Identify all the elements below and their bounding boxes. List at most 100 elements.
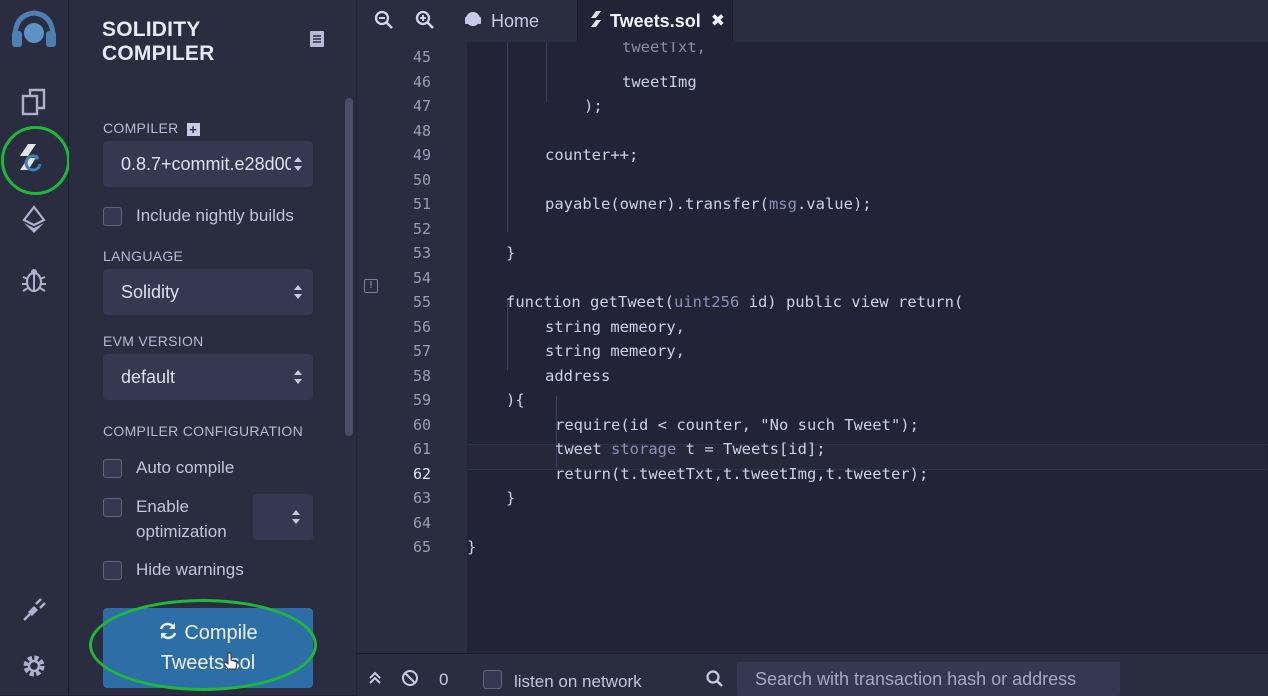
line-number: 56 <box>412 317 431 336</box>
optimization-runs-stepper[interactable] <box>253 494 313 540</box>
compiler-config-label: COMPILER CONFIGURATION <box>103 423 304 439</box>
zoom-in-icon[interactable] <box>415 10 435 35</box>
code-line: ); <box>584 97 603 115</box>
line-number: 65 <box>412 538 431 556</box>
solidity-compiler-icon[interactable] <box>0 136 68 180</box>
code-area[interactable]: tweetTxt, tweetImg); counter++; payable(own… <box>467 42 1268 653</box>
tab-bar: Home Tweets.sol ✖ <box>357 0 1268 42</box>
line-number: 58 <box>412 366 431 385</box>
tab-tweets-sol-label: Tweets.sol <box>610 10 701 31</box>
optimization-label-line2: optimization <box>136 522 227 541</box>
solidity-file-icon <box>590 10 602 33</box>
file-explorer-icon[interactable] <box>0 80 68 124</box>
chevron-up-icon[interactable] <box>368 671 382 690</box>
code-line: ){ <box>506 391 525 409</box>
deploy-run-icon[interactable] <box>0 198 68 242</box>
refresh-icon <box>158 621 178 649</box>
select-arrows-icon <box>294 157 302 171</box>
hide-warnings-label: Hide warnings <box>136 560 244 579</box>
evm-version-label: EVM VERSION <box>103 333 204 349</box>
line-number: 46 <box>412 72 431 91</box>
code-line: tweet storage t = Tweets[id]; <box>555 440 826 458</box>
panel-title: SOLIDITY COMPILER <box>102 18 215 65</box>
line-number: 55 <box>412 293 431 311</box>
auto-compile-label: Auto compile <box>136 458 235 477</box>
include-nightly-checkbox[interactable] <box>103 207 122 226</box>
hide-warnings-checkbox[interactable] <box>103 561 122 580</box>
terminal-bar: 0 listen on network <box>357 653 1268 696</box>
tab-divider <box>732 0 733 42</box>
block-icon[interactable] <box>401 669 419 692</box>
zoom-out-icon[interactable] <box>374 10 394 35</box>
mouse-cursor-icon <box>223 652 238 675</box>
code-line: return(t.tweetTxt,t.tweetImg,t.tweeter); <box>555 464 929 483</box>
line-number: 62 <box>412 464 431 483</box>
line-number: 49 <box>412 146 431 164</box>
code-line: address <box>545 366 611 385</box>
indent-guide <box>546 42 547 102</box>
code-line: } <box>506 244 516 262</box>
home-icon <box>463 9 483 34</box>
compiler-version-value: 0.8.7+commit.e28d00a7 <box>121 153 291 174</box>
line-number: 64 <box>412 513 431 532</box>
language-value: Solidity <box>121 281 180 302</box>
line-number: 52 <box>412 219 431 238</box>
debugger-icon[interactable] <box>0 258 68 302</box>
icon-rail <box>0 0 70 695</box>
tab-tweets-sol[interactable]: Tweets.sol ✖ <box>578 0 732 42</box>
select-arrows-icon <box>294 285 302 299</box>
close-icon[interactable]: ✖ <box>711 11 725 31</box>
auto-compile-checkbox[interactable] <box>103 459 122 478</box>
compiler-panel: SOLIDITY COMPILER COMPILER + 0.8.7+commi… <box>69 0 356 695</box>
auto-compile-row[interactable]: Auto compile <box>103 458 234 480</box>
tab-home[interactable]: Home <box>451 0 577 42</box>
transaction-search-input[interactable] <box>737 662 1120 696</box>
indent-guide <box>507 42 508 232</box>
code-line: function getTweet(uint256 id) public vie… <box>506 293 964 311</box>
enable-optimization-checkbox[interactable] <box>103 498 122 517</box>
include-nightly-row[interactable]: Include nightly builds <box>103 206 294 228</box>
plugin-manager-icon[interactable] <box>0 586 68 630</box>
compile-button[interactable]: Compile Tweets.sol <box>103 608 313 688</box>
select-arrows-icon <box>294 370 302 384</box>
line-number: 59 <box>412 391 431 409</box>
add-compiler-icon[interactable]: + <box>186 123 200 136</box>
compile-button-line1: Compile <box>158 619 258 649</box>
line-number: 61 <box>412 440 431 458</box>
code-line: counter++; <box>545 146 639 164</box>
panel-scrollbar[interactable] <box>345 98 353 436</box>
code-line: payable(owner).transfer(msg.value); <box>545 195 872 213</box>
line-number: 47 <box>412 97 431 115</box>
listen-on-network-checkbox[interactable] <box>483 670 502 689</box>
tab-home-label: Home <box>491 10 540 31</box>
line-number: 60 <box>412 415 431 434</box>
hide-warnings-row[interactable]: Hide warnings <box>103 560 244 582</box>
line-number: 45 <box>412 48 431 66</box>
compile-label-text: Compile <box>184 622 258 644</box>
line-number: 48 <box>412 121 431 140</box>
include-nightly-label: Include nightly builds <box>136 206 294 225</box>
enable-optimization-row[interactable]: Enable optimization <box>103 497 227 544</box>
search-icon <box>706 670 724 693</box>
line-number: 51 <box>412 195 431 213</box>
enable-optimization-label: Enable optimization <box>136 494 227 544</box>
compiler-version-select[interactable]: 0.8.7+commit.e28d00a7 <box>103 141 313 187</box>
code-line: string memeory, <box>545 342 685 360</box>
evm-version-value: default <box>121 366 176 387</box>
line-number: 54 <box>412 268 431 287</box>
stepper-arrows-icon <box>292 510 300 524</box>
settings-icon[interactable] <box>0 644 68 688</box>
compile-file-name: Tweets.sol <box>160 652 256 674</box>
code-line: tweetTxt, <box>622 42 706 56</box>
documentation-icon[interactable] <box>309 30 325 53</box>
listen-on-network-label: listen on network <box>514 672 642 691</box>
line-number: 57 <box>412 342 431 360</box>
evm-version-select[interactable]: default <box>103 354 313 400</box>
code-line: } <box>467 538 477 556</box>
remix-logo-icon[interactable] <box>0 4 68 56</box>
code-line: } <box>506 489 516 507</box>
optimization-label-line1: Enable <box>136 497 189 516</box>
line-number: 63 <box>412 489 431 507</box>
line-number: 53 <box>412 244 431 262</box>
language-select[interactable]: Solidity <box>103 269 313 315</box>
